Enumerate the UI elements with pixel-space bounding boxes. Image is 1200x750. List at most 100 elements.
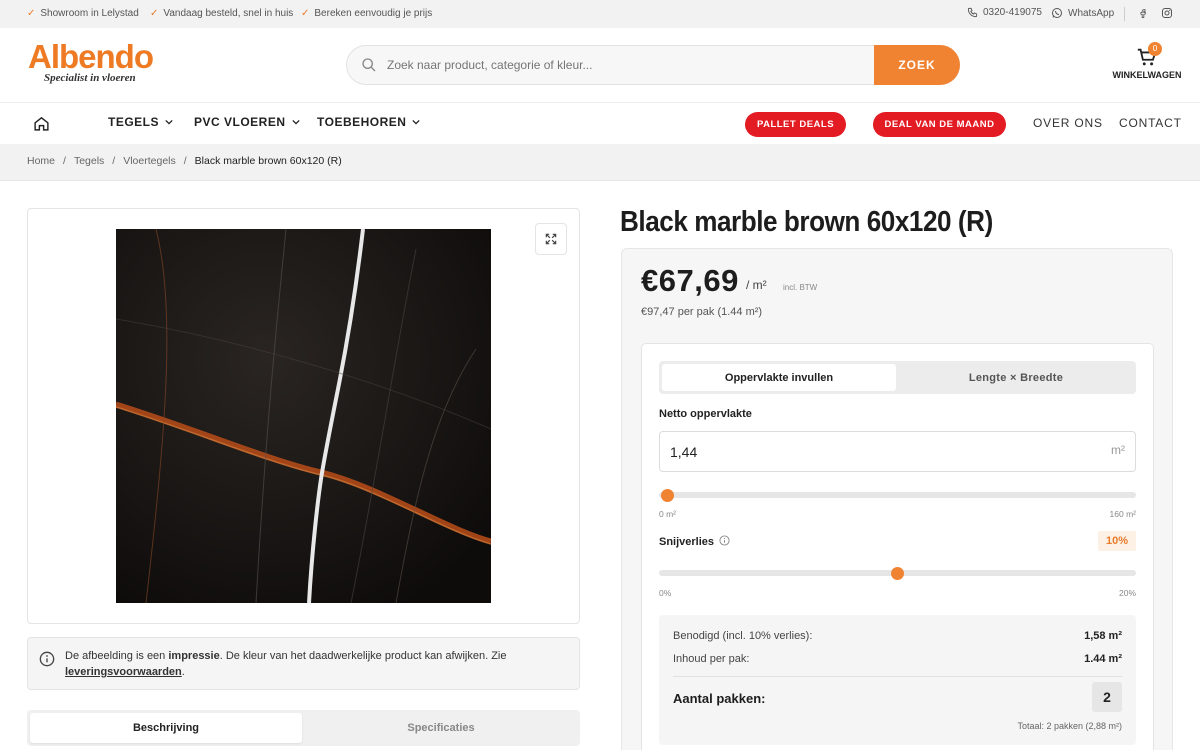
content-value: 1.44 m² [1084, 653, 1122, 665]
nav-label: TEGELS [108, 115, 160, 129]
instagram-icon [1162, 8, 1172, 18]
cart-button[interactable]: 0 WINKELWAGEN [1112, 42, 1182, 80]
needed-value: 1,58 m² [1084, 630, 1122, 642]
description-tabs: Beschrijving Specificaties [27, 710, 580, 746]
search-icon [362, 58, 376, 72]
area-label: Netto oppervlakte [659, 408, 752, 420]
area-slider[interactable] [659, 492, 1136, 498]
image-notice: De afbeelding is een impressie. De kleur… [27, 637, 580, 690]
product-image-panel [27, 208, 580, 624]
content-row: Inhoud per pak: 1.44 m² [673, 653, 1122, 665]
site-header: Albendo Specialist in vloeren ZOEK 0 WIN… [0, 28, 1200, 102]
usp-text: Vandaag besteld, snel in huis [163, 8, 294, 19]
nav-toebehoren[interactable]: TOEBEHOREN [317, 115, 421, 129]
nav-label: PVC VLOEREN [194, 115, 286, 129]
info-icon [39, 651, 55, 667]
area-max-label: 160 m² [1109, 509, 1136, 519]
facebook-link[interactable] [1138, 7, 1148, 19]
divider [1124, 7, 1125, 21]
area-calculator: Oppervlakte invullen Lengte × Breedte Ne… [641, 343, 1154, 750]
breadcrumb: Home / Tegels / Vloertegels / Black marb… [27, 155, 342, 167]
whatsapp-link[interactable]: WhatsApp [1051, 7, 1114, 19]
packs-quantity[interactable]: 2 [1092, 682, 1122, 712]
breadcrumb-home[interactable]: Home [27, 155, 55, 167]
area-unit: m² [1111, 443, 1125, 457]
product-title: Black marble brown 60x120 (R) [620, 206, 993, 238]
logo-name: Albendo [28, 38, 154, 75]
fullscreen-button[interactable] [535, 223, 567, 255]
usp-text: Bereken eenvoudig je prijs [314, 8, 433, 19]
calculator-mode-toggle: Oppervlakte invullen Lengte × Breedte [659, 361, 1136, 394]
waste-slider-handle[interactable] [891, 566, 904, 580]
whatsapp-icon [1052, 8, 1062, 18]
breadcrumb-current: Black marble brown 60x120 (R) [194, 155, 342, 167]
breadcrumb-separator: / [183, 155, 187, 167]
top-bar: ✓ Showroom in Lelystad ✓ Vandaag besteld… [0, 0, 1200, 28]
tab-specificaties[interactable]: Specificaties [305, 713, 577, 743]
usp-showroom: ✓ Showroom in Lelystad [27, 8, 139, 19]
usp-calculate: ✓ Bereken eenvoudig je prijs [301, 8, 432, 19]
breadcrumb-separator: / [63, 155, 66, 167]
check-icon: ✓ [150, 8, 159, 19]
phone-link[interactable]: 0320-419075 [967, 7, 1042, 18]
nav-label: TOEBEHOREN [317, 115, 407, 129]
price: €67,69 [641, 263, 739, 298]
area-input[interactable] [670, 432, 1070, 471]
check-icon: ✓ [27, 8, 36, 19]
chevron-down-icon [412, 119, 421, 125]
chevron-down-icon [291, 119, 300, 125]
waste-max-label: 20% [1118, 588, 1136, 598]
home-link[interactable] [33, 115, 50, 137]
price-unit: / m² [746, 278, 767, 292]
product-image[interactable] [116, 229, 491, 603]
area-field: m² [659, 431, 1136, 472]
instagram-link[interactable] [1161, 7, 1173, 19]
waste-percentage-badge: 10% [1098, 531, 1136, 551]
cart-label: WINKELWAGEN [1112, 70, 1182, 80]
breadcrumb-separator: / [112, 155, 116, 167]
waste-label: Snijverlies [659, 535, 730, 548]
tab-beschrijving[interactable]: Beschrijving [30, 713, 302, 743]
pallet-deals-button[interactable]: PALLET DEALS [745, 112, 846, 137]
nav-contact[interactable]: CONTACT [1119, 116, 1182, 130]
home-icon [34, 116, 49, 131]
phone-number: 0320-419075 [983, 7, 1042, 18]
info-icon[interactable] [719, 535, 730, 546]
breadcrumb-tegels[interactable]: Tegels [74, 155, 104, 167]
usp-text: Showroom in Lelystad [40, 8, 139, 19]
phone-icon [967, 7, 978, 18]
facebook-icon [1140, 9, 1147, 18]
price-box: €67,69 / m² incl. BTW €97,47 per pak (1.… [621, 248, 1173, 750]
divider [673, 676, 1122, 677]
chevron-down-icon [165, 119, 173, 125]
vat-note: incl. BTW [783, 283, 818, 292]
delivery-terms-link[interactable]: leveringsvoorwaarden [65, 666, 182, 678]
nav-over-ons[interactable]: OVER ONS [1033, 116, 1103, 130]
whatsapp-label: WhatsApp [1068, 7, 1115, 19]
breadcrumb-vloertegels[interactable]: Vloertegels [123, 155, 176, 167]
deal-van-de-maand-button[interactable]: DEAL VAN DE MAAND [873, 112, 1006, 137]
total-text: Totaal: 2 pakken (2,88 m²) [1017, 721, 1122, 731]
search-button[interactable]: ZOEK [874, 45, 960, 85]
tab-lengte-breedte[interactable]: Lengte × Breedte [899, 364, 1133, 391]
main-nav: TEGELS PVC VLOEREN TOEBEHOREN PALLET DEA… [0, 102, 1200, 144]
packs-label: Aantal pakken: [673, 691, 766, 706]
search-bar: ZOEK [346, 45, 960, 85]
logo[interactable]: Albendo Specialist in vloeren [28, 38, 154, 84]
expand-icon [545, 233, 557, 245]
waste-min-label: 0% [659, 588, 672, 598]
search-input[interactable] [387, 46, 867, 84]
price-per-pack: €97,47 per pak (1.44 m²) [641, 306, 763, 318]
area-slider-handle[interactable] [660, 488, 674, 502]
needed-row: Benodigd (incl. 10% verlies): 1,58 m² [673, 630, 1122, 642]
tab-oppervlakte[interactable]: Oppervlakte invullen [662, 364, 896, 391]
calculation-summary: Benodigd (incl. 10% verlies): 1,58 m² In… [659, 615, 1136, 745]
nav-pvc-vloeren[interactable]: PVC VLOEREN [194, 115, 300, 129]
breadcrumb-bar: Home / Tegels / Vloertegels / Black marb… [0, 144, 1200, 181]
nav-tegels[interactable]: TEGELS [108, 115, 173, 129]
check-icon: ✓ [301, 8, 310, 19]
notice-text: De afbeelding is een impressie. De kleur… [65, 650, 507, 678]
usp-delivery: ✓ Vandaag besteld, snel in huis [150, 8, 293, 19]
area-min-label: 0 m² [659, 509, 676, 519]
cart-count-badge: 0 [1148, 42, 1162, 56]
